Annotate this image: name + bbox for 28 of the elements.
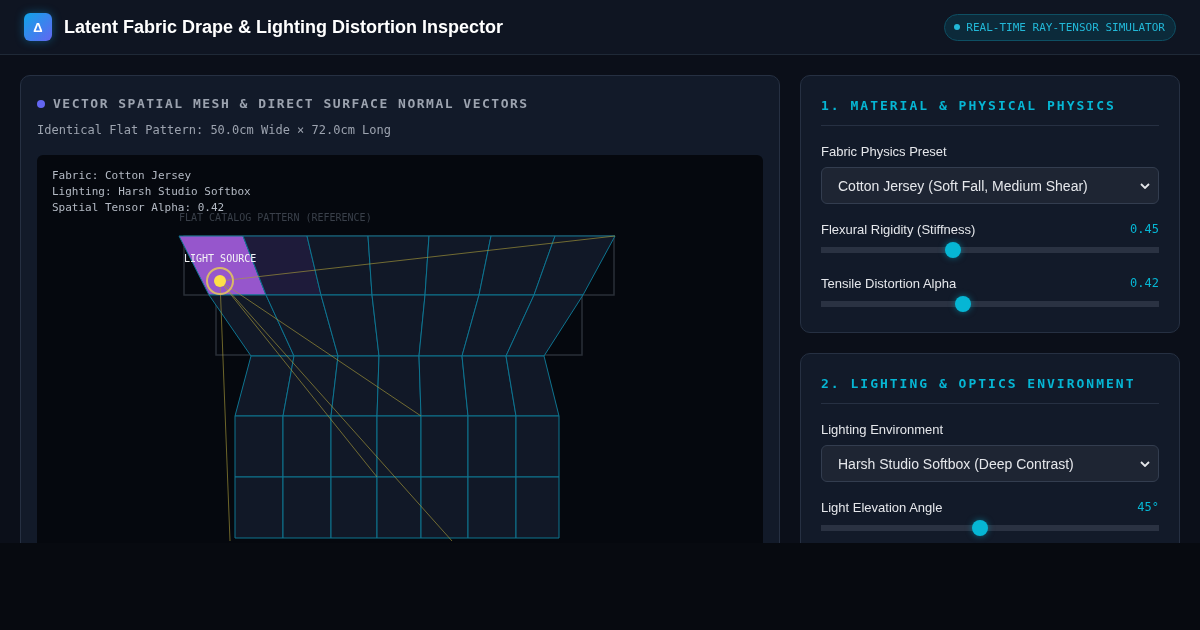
app-title: Latent Fabric Drape & Lighting Distortion Inspector bbox=[64, 16, 505, 38]
panel-title: 2. LIGHTING & OPTICS ENVIRONMENT bbox=[821, 376, 1159, 404]
slider-thumb[interactable] bbox=[954, 296, 971, 312]
overlay-text: Spatial Tensor Alpha: 0.42 bbox=[52, 201, 225, 214]
light-source-icon bbox=[206, 267, 234, 295]
slider-label: Light Elevation Angle bbox=[821, 500, 943, 515]
slider-thumb[interactable] bbox=[971, 520, 988, 536]
reference-label: FLAT CATALOG PATTERN (REFERENCE) bbox=[179, 212, 372, 223]
status-badge: REAL-TIME RAY-TENSOR SIMULATOR bbox=[944, 13, 1176, 41]
dropdown-select[interactable]: Cotton Jersey (Soft Fall, Medium Shear) bbox=[821, 167, 1159, 204]
panel-title: 1. MATERIAL & PHYSICAL PHYSICS bbox=[821, 98, 1159, 126]
field-label: Lighting Environment bbox=[821, 422, 945, 437]
slider-value: 0.45 bbox=[1130, 222, 1159, 237]
slider-label: Tensile Distortion Alpha bbox=[821, 276, 957, 291]
slider-value: 0.42 bbox=[1130, 276, 1159, 291]
field-label: Fabric Physics Preset bbox=[821, 144, 948, 159]
slider-label: Flexural Rigidity (Stiffness) bbox=[821, 222, 976, 237]
slider-thumb[interactable] bbox=[944, 242, 961, 258]
slider-value: 45° bbox=[1137, 500, 1159, 515]
card-subtitle: Identical Flat Pattern: 50.0cm Wide × 72.0cm Long bbox=[37, 123, 392, 137]
app-logo: Δ bbox=[24, 13, 52, 41]
overlay-text: Lighting: Harsh Studio Softbox bbox=[52, 185, 251, 198]
status-dot-icon bbox=[37, 99, 45, 108]
card-title: VECTOR SPATIAL MESH & DIRECT SURFACE NORMAL VECTORS bbox=[53, 96, 529, 111]
dropdown-select[interactable]: Harsh Studio Softbox (Deep Contrast) bbox=[821, 445, 1159, 482]
chevron-icon bbox=[1140, 460, 1150, 467]
overlay-text: Fabric: Cotton Jersey bbox=[52, 169, 193, 182]
chevron-icon bbox=[1140, 182, 1150, 189]
